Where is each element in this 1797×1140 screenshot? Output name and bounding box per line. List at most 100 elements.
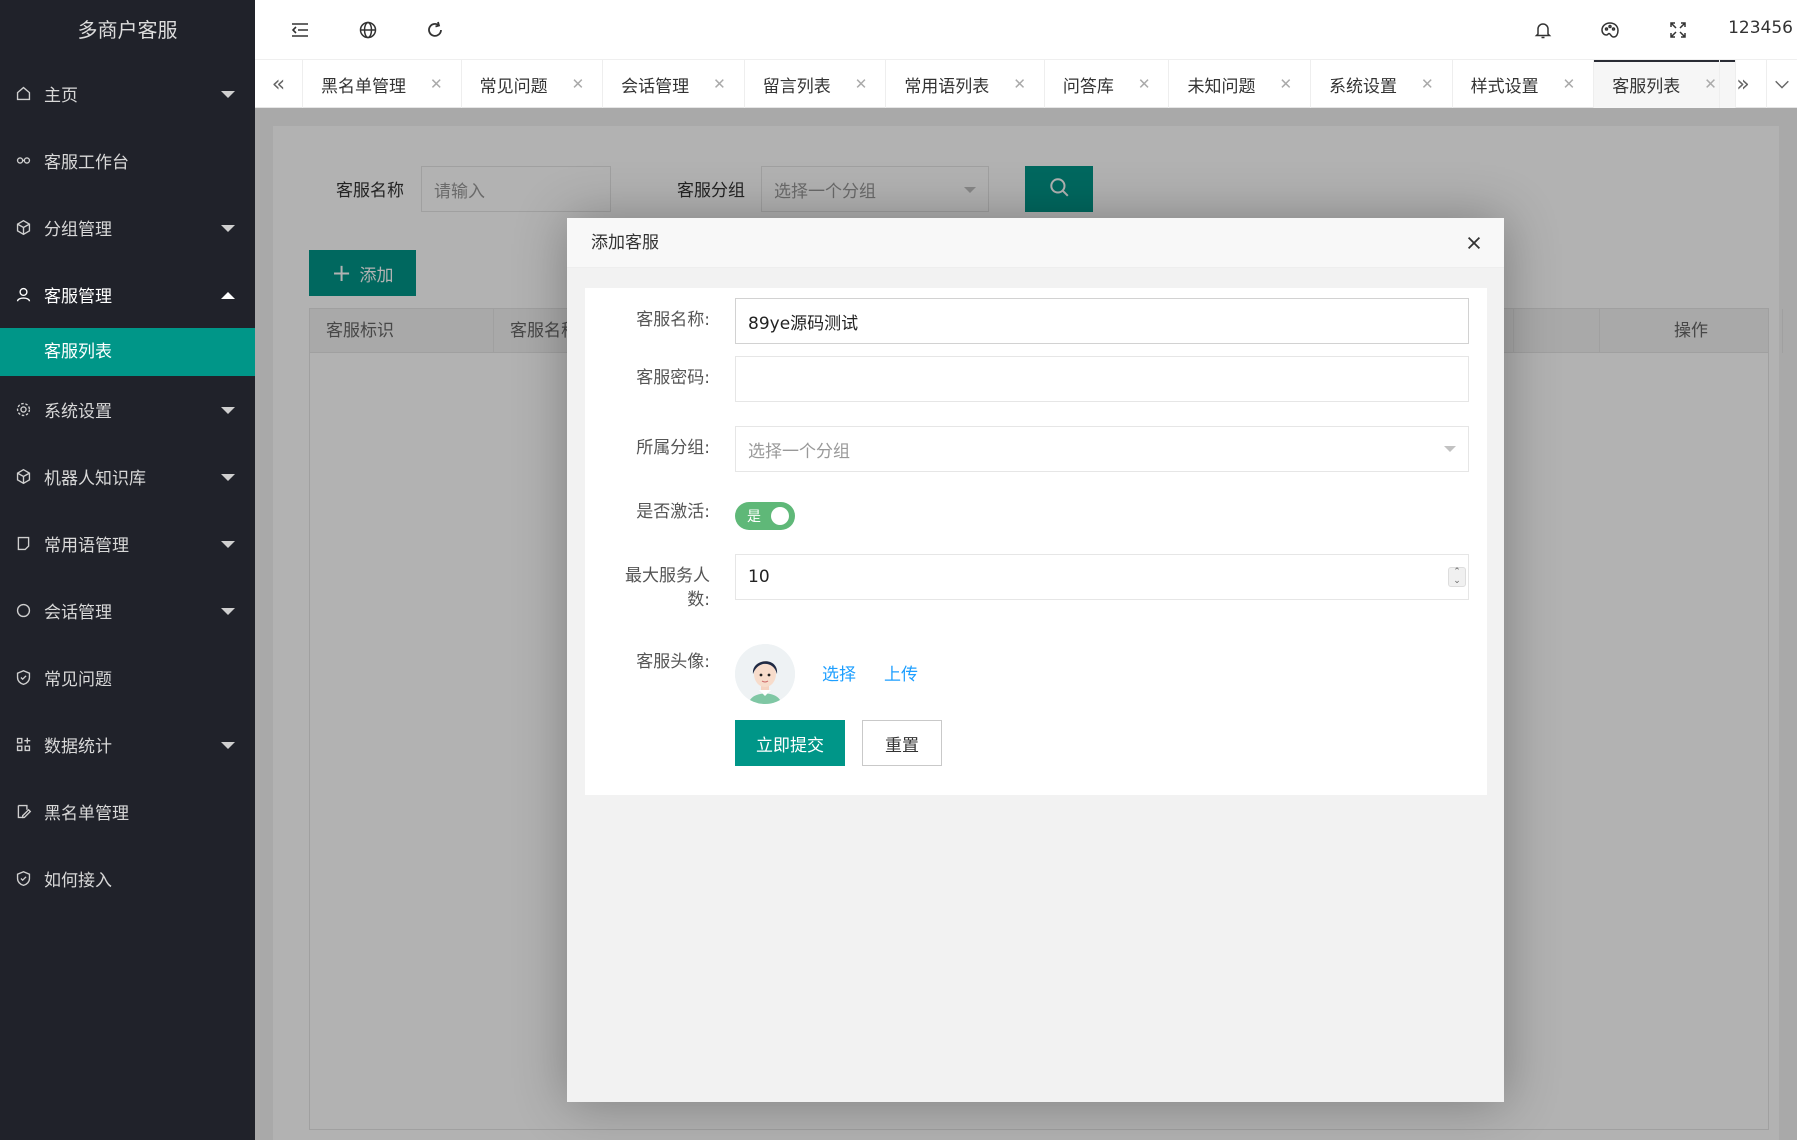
- sidebar-item-stats[interactable]: 数据统计: [0, 711, 255, 778]
- sidebar-item-robot-kb[interactable]: 机器人知识库: [0, 443, 255, 510]
- sidebar-item-label: 会话管理: [44, 603, 112, 623]
- sidebar-item-agents[interactable]: 客服管理: [0, 261, 255, 328]
- cube-icon: [14, 468, 32, 486]
- choose-avatar-link[interactable]: 选择: [822, 660, 856, 685]
- sidebar-item-label: 客服工作台: [44, 153, 129, 173]
- globe-icon[interactable]: [356, 18, 380, 42]
- fullscreen-icon[interactable]: [1666, 18, 1690, 42]
- sidebar: 多商户客服 主页 客服工作台 分组管理 客服管理 客服列表 系统设置 机器人知识…: [0, 0, 255, 1140]
- sidebar-item-settings[interactable]: 系统设置: [0, 376, 255, 443]
- reset-button[interactable]: 重置: [862, 720, 942, 766]
- app-title: 多商户客服: [77, 18, 178, 42]
- tab-messages[interactable]: 留言列表 ✕: [745, 60, 887, 108]
- chevron-down-icon[interactable]: [1767, 60, 1797, 108]
- tab-label: 留言列表: [762, 76, 831, 97]
- tab-agent-list[interactable]: 客服列表 ✕: [1594, 60, 1736, 108]
- sidebar-item-home[interactable]: 主页: [0, 60, 255, 127]
- close-icon[interactable]: ✕: [572, 75, 585, 93]
- number-spinner[interactable]: ⌃ ⌄: [1448, 567, 1466, 587]
- active-toggle[interactable]: 是: [735, 502, 795, 530]
- max-service-label-line1: 最大服务人: [625, 566, 710, 586]
- home-icon: [14, 85, 32, 103]
- sidebar-item-label: 客服管理: [44, 287, 112, 307]
- chat-icon: [14, 602, 32, 620]
- sidebar-item-blacklist[interactable]: 黑名单管理: [0, 778, 255, 845]
- agent-name-input[interactable]: 89ye源码测试: [735, 298, 1469, 344]
- chevron-up-icon: [221, 291, 235, 299]
- apps-icon: [14, 736, 32, 754]
- chevron-down-icon: [221, 607, 235, 615]
- close-icon[interactable]: ✕: [1279, 75, 1292, 93]
- tab-faq[interactable]: 常见问题 ✕: [462, 60, 604, 108]
- note-icon: [14, 535, 32, 553]
- sidebar-item-label: 黑名单管理: [44, 804, 129, 824]
- tab-bar: « 黑名单管理 ✕ 常见问题 ✕ 会话管理 ✕ 留言列表 ✕ 常用语列表 ✕ 问答库 ✕ 未…: [255, 60, 1797, 108]
- tab-unknown[interactable]: 未知问题 ✕: [1169, 60, 1312, 108]
- chevron-down-icon: [221, 540, 235, 548]
- agent-password-input[interactable]: [735, 356, 1469, 402]
- tab-list: 黑名单管理 ✕ 常见问题 ✕ 会话管理 ✕ 留言列表 ✕ 常用语列表 ✕ 问答库 ✕ 未知问…: [303, 60, 1736, 108]
- chevron-down-icon: [221, 741, 235, 749]
- menu-fold-icon[interactable]: [288, 18, 312, 42]
- username[interactable]: 123456: [1728, 18, 1793, 38]
- add-agent-dialog: 添加客服 客服名称: 89ye源码测试 客服密码: 所属分组: 选择一个分组 是…: [567, 218, 1504, 1102]
- max-service-label-line2: 数:: [687, 590, 710, 610]
- tab-label: 客服列表: [1612, 76, 1681, 97]
- chevron-down-icon: [221, 473, 235, 481]
- tab-label: 未知问题: [1187, 76, 1256, 97]
- tab-scroll-right-icon[interactable]: »: [1719, 60, 1767, 108]
- tab-scroll-left-icon[interactable]: «: [255, 60, 303, 108]
- agent-form: 客服名称: 89ye源码测试 客服密码: 所属分组: 选择一个分组 是否激活: …: [585, 288, 1487, 795]
- sidebar-item-label: 常用语管理: [44, 536, 129, 556]
- tab-label: 常见问题: [479, 76, 548, 97]
- submit-button[interactable]: 立即提交: [735, 720, 845, 766]
- sidebar-item-label: 机器人知识库: [44, 469, 146, 489]
- agent-group-select[interactable]: 选择一个分组: [735, 426, 1469, 472]
- sidebar-item-faq[interactable]: 常见问题: [0, 644, 255, 711]
- refresh-icon[interactable]: [423, 18, 447, 42]
- tab-style[interactable]: 样式设置 ✕: [1453, 60, 1595, 108]
- close-icon[interactable]: ✕: [1704, 75, 1717, 93]
- sidebar-item-label: 如何接入: [44, 871, 112, 891]
- close-icon[interactable]: ✕: [1013, 75, 1026, 93]
- max-service-input[interactable]: 10 ⌃ ⌄: [735, 554, 1469, 600]
- sidebar-item-label: 分组管理: [44, 220, 112, 240]
- tab-qa[interactable]: 问答库 ✕: [1045, 60, 1170, 108]
- close-icon[interactable]: ✕: [430, 75, 443, 93]
- agent-name-value: 89ye源码测试: [748, 313, 859, 334]
- dialog-title: 添加客服: [591, 233, 659, 253]
- tab-label: 问答库: [1062, 76, 1114, 97]
- close-icon[interactable]: ✕: [1563, 75, 1576, 93]
- close-icon[interactable]: ✕: [713, 75, 726, 93]
- tab-label: 样式设置: [1470, 76, 1539, 97]
- sidebar-item-label: 数据统计: [44, 737, 112, 757]
- sidebar-item-phrases[interactable]: 常用语管理: [0, 510, 255, 577]
- close-icon[interactable]: ✕: [1421, 75, 1434, 93]
- tab-settings[interactable]: 系统设置 ✕: [1311, 60, 1453, 108]
- sidebar-item-groups[interactable]: 分组管理: [0, 194, 255, 261]
- group-label: 所属分组:: [636, 438, 710, 458]
- close-icon[interactable]: ✕: [855, 75, 868, 93]
- avatar: [735, 644, 795, 704]
- close-icon[interactable]: [1462, 218, 1486, 268]
- chevron-down-icon: [221, 90, 235, 98]
- sidebar-item-sessions[interactable]: 会话管理: [0, 577, 255, 644]
- close-icon[interactable]: ✕: [1138, 75, 1151, 93]
- sidebar-item-label: 系统设置: [44, 402, 112, 422]
- sidebar-item-howto[interactable]: 如何接入: [0, 845, 255, 912]
- sidebar-item-label: 主页: [44, 86, 78, 106]
- palette-icon[interactable]: [1598, 18, 1622, 42]
- name-label: 客服名称:: [636, 310, 710, 330]
- cube-icon: [14, 219, 32, 237]
- chevron-down-icon: [1444, 446, 1456, 452]
- sidebar-subitem-agent-list[interactable]: 客服列表: [0, 328, 255, 376]
- upload-avatar-link[interactable]: 上传: [884, 660, 918, 685]
- dialog-header: 添加客服: [567, 218, 1504, 268]
- bell-icon[interactable]: [1531, 18, 1555, 42]
- toggle-text: 是: [747, 509, 761, 525]
- tab-phrases[interactable]: 常用语列表 ✕: [886, 60, 1045, 108]
- toggle-knob: [771, 507, 789, 525]
- tab-blacklist[interactable]: 黑名单管理 ✕: [303, 60, 462, 108]
- tab-sessions[interactable]: 会话管理 ✕: [603, 60, 745, 108]
- sidebar-item-workbench[interactable]: 客服工作台: [0, 127, 255, 194]
